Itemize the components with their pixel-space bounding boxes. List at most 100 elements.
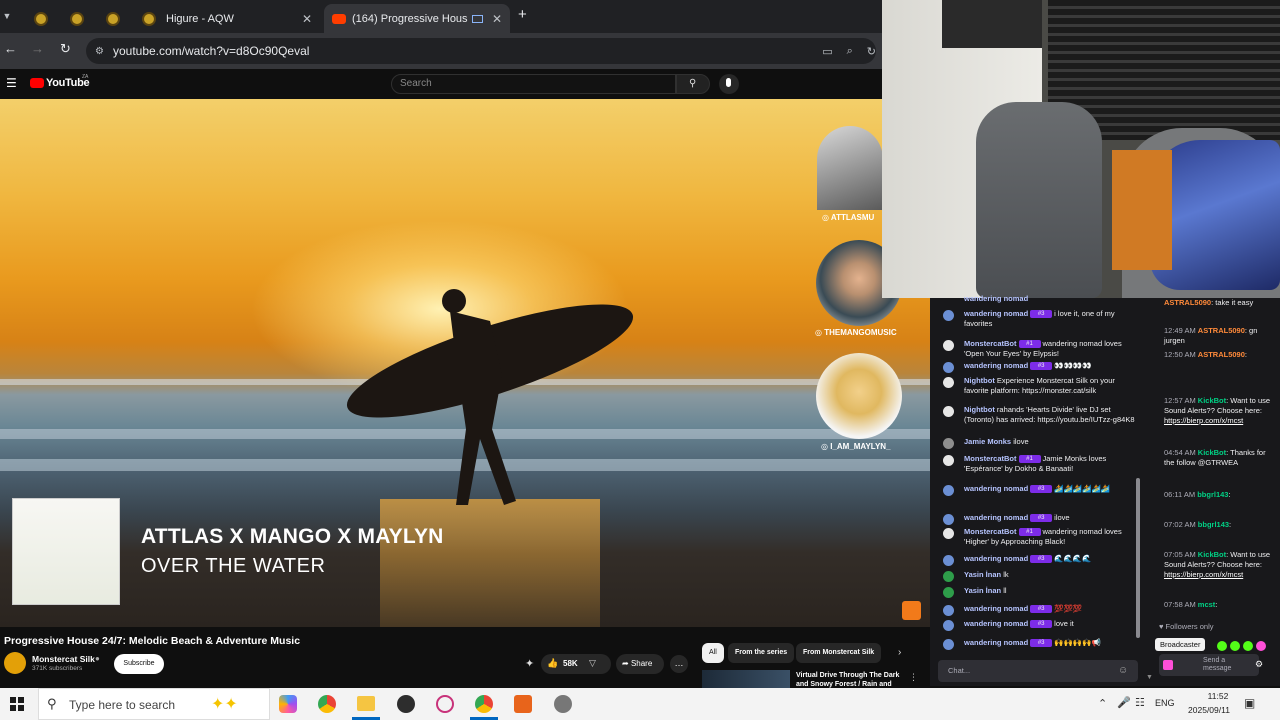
kick-chat-message[interactable]: ASTRAL5090: take it easy — [1164, 298, 1276, 308]
chat-username[interactable]: wandering nomad — [964, 309, 1028, 318]
chat-message[interactable]: wandering nomad #3 i love it, one of my fa… — [930, 309, 1145, 329]
kick-chat-message[interactable]: 07:02 AM bbgrl143: — [1164, 520, 1276, 530]
chat-collapse-icon[interactable]: ▼ — [1146, 674, 1153, 681]
copilot-icon[interactable] — [279, 695, 297, 713]
search-button[interactable]: ⚲ — [676, 74, 710, 94]
like-count[interactable]: 58K — [563, 659, 578, 668]
chat-username[interactable]: wandering nomad — [964, 604, 1028, 613]
tab-list-dropdown-icon[interactable]: ▼ — [0, 6, 14, 26]
chat-username[interactable]: wandering nomad — [964, 619, 1028, 628]
subscribe-button[interactable]: Subscribe — [114, 654, 164, 674]
extension-icon[interactable]: ↻ — [867, 45, 876, 58]
chat-avatar[interactable] — [943, 485, 954, 496]
kick-chat-message[interactable]: 06:11 AM bbgrl143: — [1164, 490, 1276, 500]
channel-name[interactable]: Monstercat Silk — [32, 654, 95, 664]
search-input[interactable]: Search — [391, 74, 676, 94]
chat-username[interactable]: ASTRAL5090 — [1198, 350, 1245, 359]
video-player[interactable]: ◎ ATTLASMU ◎ THEMANGOMUSIC ◎ I_AM_MAYLYN… — [0, 99, 930, 627]
chat-message[interactable]: wandering nomad #3 🌊🌊🌊🌊 — [930, 554, 1145, 566]
chat-username[interactable]: mcst — [1198, 600, 1216, 609]
settings-icon[interactable]: ⚙ — [1255, 659, 1263, 670]
kick-chat-message[interactable]: 12:57 AM KickBot: Want to use Sound Aler… — [1164, 396, 1276, 426]
snipping-tool-icon[interactable] — [436, 695, 454, 713]
filter-chip-all[interactable]: All — [702, 643, 724, 663]
chat-avatar[interactable] — [943, 438, 954, 449]
obs-icon[interactable] — [397, 695, 415, 713]
chat-username[interactable]: KickBot — [1198, 448, 1226, 457]
thumbs-up-icon[interactable]: 👍 — [547, 658, 558, 669]
chat-avatar[interactable] — [943, 555, 954, 566]
emoji-icon[interactable]: ☺ — [1118, 665, 1128, 676]
chat-username[interactable]: MonstercatBot — [964, 527, 1017, 536]
chat-avatar[interactable] — [943, 406, 954, 417]
chat-username[interactable]: Jamie Monks — [964, 437, 1011, 446]
share-button[interactable]: ➦ Share — [616, 654, 664, 674]
site-info-icon[interactable]: ⚙ — [95, 46, 104, 57]
chat-username[interactable]: ASTRAL5090 — [1164, 298, 1211, 307]
chat-username[interactable]: KickBot — [1198, 396, 1226, 405]
chat-username[interactable]: wandering nomad — [964, 554, 1028, 563]
chat-username[interactable]: wandering nomad — [964, 361, 1028, 370]
more-actions-icon[interactable]: … — [670, 655, 688, 673]
new-tab-button[interactable]: + — [518, 6, 527, 23]
tab-pinned-1[interactable] — [26, 4, 60, 33]
chat-message[interactable]: MonstercatBot #1 wandering nomad loves 'Op… — [930, 339, 1145, 359]
tray-overflow-icon[interactable]: ⌃ — [1098, 697, 1107, 710]
chat-avatar[interactable] — [943, 514, 954, 525]
artist-avatar-attlas[interactable] — [817, 126, 883, 210]
app-icon-orange[interactable] — [514, 695, 532, 713]
chat-message[interactable]: Jamie Monks ilove — [930, 437, 1145, 449]
chat-avatar[interactable] — [943, 455, 954, 466]
tab-pinned-2[interactable] — [62, 4, 96, 33]
chat-link[interactable]: https://bierp.com/x/mcst — [1164, 416, 1243, 425]
chat-avatar[interactable] — [943, 587, 954, 598]
chat-message[interactable]: MonstercatBot #1 Jamie Monks loves 'Espéra… — [930, 454, 1145, 474]
chat-message[interactable]: Yasin İnan ll — [930, 586, 1145, 598]
kick-chat-message[interactable]: 12:50 AM ASTRAL5090: — [1164, 350, 1276, 360]
chat-username[interactable]: KickBot — [1198, 550, 1226, 559]
chat-username[interactable]: wandering nomad — [964, 638, 1028, 647]
chat-input[interactable]: Chat... ☺ — [938, 660, 1138, 682]
network-icon[interactable]: ☷ — [1135, 696, 1145, 709]
chat-username[interactable]: Nightbot — [964, 405, 995, 414]
chat-avatar[interactable] — [943, 310, 954, 321]
picture-in-picture-icon[interactable] — [472, 14, 483, 23]
taskbar-search-box[interactable]: ⚲ Type here to search ✦✦ — [38, 688, 270, 720]
chat-message[interactable]: wandering nomad #3 🏄🏄🏄🏄🏄🏄 — [930, 484, 1145, 496]
chat-message[interactable]: Yasin İnan lk — [930, 570, 1145, 582]
channel-avatar[interactable] — [4, 652, 26, 674]
chat-avatar[interactable] — [943, 377, 954, 388]
send-message-input[interactable]: Send a message — [1159, 654, 1259, 676]
chat-message[interactable]: wandering nomad #3 💯💯💯 — [930, 604, 1145, 616]
tab-higure-aqw[interactable]: Higure - AQW ✕ — [134, 4, 320, 33]
kick-chat-message[interactable]: 07:05 AM KickBot: Want to use Sound Aler… — [1164, 550, 1276, 580]
forward-icon[interactable]: → — [31, 41, 44, 56]
address-bar[interactable]: ⚙ youtube.com/watch?v=d8Oc90Qeval ▭ ⌕ ↻ — [86, 38, 876, 64]
chat-message[interactable]: Nightbot Experience Monstercat Silk on y… — [930, 376, 1145, 396]
back-icon[interactable]: ← — [4, 41, 17, 56]
menu-icon[interactable]: ☰ — [6, 76, 17, 90]
thumbs-down-icon[interactable]: ▽ — [589, 658, 596, 669]
language-indicator[interactable]: ENG — [1155, 698, 1175, 708]
youtube-logo-icon[interactable] — [30, 78, 44, 88]
windows-start-icon[interactable] — [10, 697, 24, 711]
chat-avatar[interactable] — [943, 620, 954, 631]
chat-link[interactable]: https://bierp.com/x/mcst — [1164, 570, 1243, 579]
chat-message[interactable]: wandering nomad #3 ilove — [930, 513, 1145, 525]
recommended-thumbnail[interactable] — [702, 670, 790, 688]
chat-username[interactable]: wandering nomad — [964, 484, 1028, 493]
chat-scrollbar[interactable] — [1136, 478, 1140, 638]
chat-username[interactable]: Nightbot — [964, 376, 995, 385]
reload-icon[interactable]: ↻ — [60, 41, 71, 57]
recommended-title[interactable]: Virtual Drive Through The Dark and Snowy… — [796, 671, 902, 688]
kick-chat-message[interactable]: 07:58 AM mcst: — [1164, 600, 1276, 610]
chat-message[interactable]: wandering nomad #3 🙌🙌🙌🙌📢 — [930, 638, 1145, 650]
chat-message[interactable]: wandering nomad #3 love it — [930, 619, 1145, 631]
chat-avatar[interactable] — [943, 340, 954, 351]
chevron-right-icon[interactable]: › — [898, 647, 901, 658]
filter-chip-series[interactable]: From the series — [728, 643, 795, 663]
zoom-icon[interactable]: ⌕ — [847, 45, 853, 58]
tab-youtube-progressive-house[interactable]: (164) Progressive House 24/ ✕ — [324, 4, 510, 33]
chrome-profile-icon[interactable] — [475, 695, 493, 713]
chat-username[interactable]: Yasin İnan — [964, 586, 1001, 595]
